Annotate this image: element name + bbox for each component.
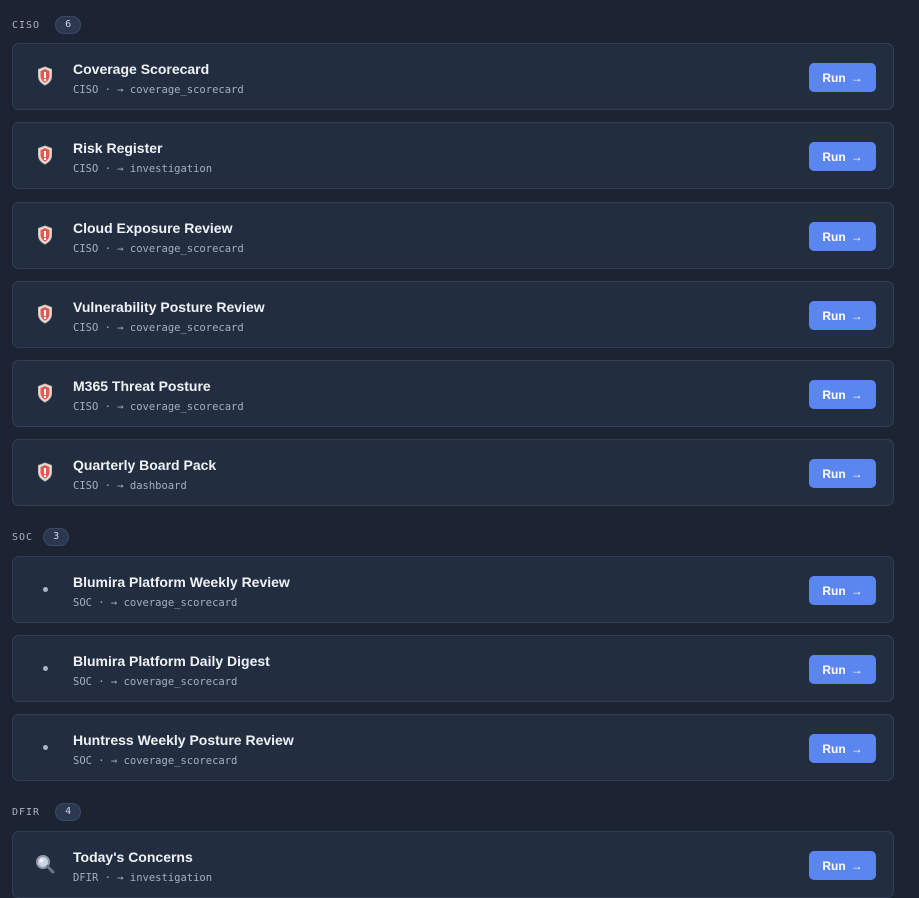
dot-icon (35, 736, 55, 758)
card-title: Blumira Platform Daily Digest (73, 653, 270, 669)
card-subtitle: CISO · → coverage_scorecard (73, 322, 244, 334)
card-title: Coverage Scorecard (73, 61, 210, 77)
run-label: Run (822, 583, 846, 598)
playbook-card[interactable]: Vulnerability Posture Review CISO · → co… (12, 281, 894, 348)
section-label: DFIR (12, 806, 41, 818)
card-title: Cloud Exposure Review (73, 220, 233, 236)
magnifier-icon (35, 853, 55, 875)
playbook-card[interactable]: Today's Concerns DFIR · → investigation … (12, 831, 894, 898)
card-title: Quarterly Board Pack (73, 457, 217, 473)
run-button[interactable]: Run → (809, 380, 876, 409)
card-subtitle: SOC · → coverage_scorecard (73, 755, 238, 767)
playbook-card[interactable]: M365 Threat Posture CISO · → coverage_sc… (12, 360, 894, 427)
dot-icon (35, 657, 55, 679)
section-label: SOC (12, 531, 34, 543)
card-subtitle: CISO · → coverage_scorecard (73, 84, 244, 96)
arrow-right-icon: → (850, 466, 863, 481)
playbook-card[interactable]: Coverage Scorecard CISO · → coverage_sco… (12, 43, 894, 110)
run-label: Run (822, 229, 846, 244)
run-label: Run (822, 858, 846, 873)
card-title: Huntress Weekly Posture Review (73, 732, 294, 748)
run-button[interactable]: Run → (809, 63, 876, 92)
card-title: M365 Threat Posture (73, 378, 211, 394)
section-label: CISO (12, 19, 41, 31)
run-button[interactable]: Run → (809, 851, 876, 880)
run-label: Run (822, 662, 846, 677)
card-subtitle: SOC · → coverage_scorecard (73, 597, 238, 609)
arrow-right-icon: → (850, 149, 863, 164)
run-button[interactable]: Run → (809, 222, 876, 251)
playbook-card[interactable]: Blumira Platform Weekly Review SOC · → c… (12, 556, 894, 623)
arrow-right-icon: → (850, 583, 863, 598)
section-header-soc: SOC 3 (12, 528, 70, 546)
playbook-card[interactable]: Risk Register CISO · → investigation Run… (12, 122, 894, 189)
run-label: Run (822, 387, 846, 402)
playbook-card[interactable]: Huntress Weekly Posture Review SOC · → c… (12, 714, 894, 781)
run-label: Run (822, 70, 846, 85)
card-subtitle: SOC · → coverage_scorecard (73, 676, 238, 688)
card-title: Today's Concerns (73, 849, 193, 865)
count-badge: 3 (43, 528, 70, 546)
run-label: Run (822, 149, 846, 164)
run-button[interactable]: Run → (809, 655, 876, 684)
card-subtitle: CISO · → coverage_scorecard (73, 243, 244, 255)
arrow-right-icon: → (850, 70, 863, 85)
count-badge: 4 (55, 803, 82, 821)
arrow-right-icon: → (850, 229, 863, 244)
card-title: Risk Register (73, 140, 163, 156)
section-header-dfir: DFIR 4 (12, 803, 82, 821)
card-title: Blumira Platform Weekly Review (73, 574, 290, 590)
shield-icon (35, 65, 55, 87)
shield-icon (35, 461, 55, 483)
playbook-card[interactable]: Cloud Exposure Review CISO · → coverage_… (12, 202, 894, 269)
section-header-ciso: CISO 6 (12, 16, 82, 34)
arrow-right-icon: → (850, 858, 863, 873)
shield-icon (35, 303, 55, 325)
run-button[interactable]: Run → (809, 301, 876, 330)
shield-icon (35, 224, 55, 246)
run-label: Run (822, 466, 846, 481)
arrow-right-icon: → (850, 387, 863, 402)
run-button[interactable]: Run → (809, 576, 876, 605)
run-label: Run (822, 308, 846, 323)
card-subtitle: DFIR · → investigation (73, 872, 213, 884)
count-badge: 6 (55, 16, 82, 34)
dot-icon (35, 578, 55, 600)
shield-icon (35, 382, 55, 404)
card-subtitle: CISO · → coverage_scorecard (73, 401, 244, 413)
shield-icon (35, 144, 55, 166)
arrow-right-icon: → (850, 308, 863, 323)
run-button[interactable]: Run → (809, 734, 876, 763)
run-button[interactable]: Run → (809, 142, 876, 171)
arrow-right-icon: → (850, 662, 863, 677)
card-subtitle: CISO · → dashboard (73, 480, 187, 492)
run-button[interactable]: Run → (809, 459, 876, 488)
playbook-card[interactable]: Quarterly Board Pack CISO · → dashboard … (12, 439, 894, 506)
card-subtitle: CISO · → investigation (73, 163, 213, 175)
arrow-right-icon: → (850, 741, 863, 756)
card-title: Vulnerability Posture Review (73, 299, 265, 315)
run-label: Run (822, 741, 846, 756)
playbook-card[interactable]: Blumira Platform Daily Digest SOC · → co… (12, 635, 894, 702)
